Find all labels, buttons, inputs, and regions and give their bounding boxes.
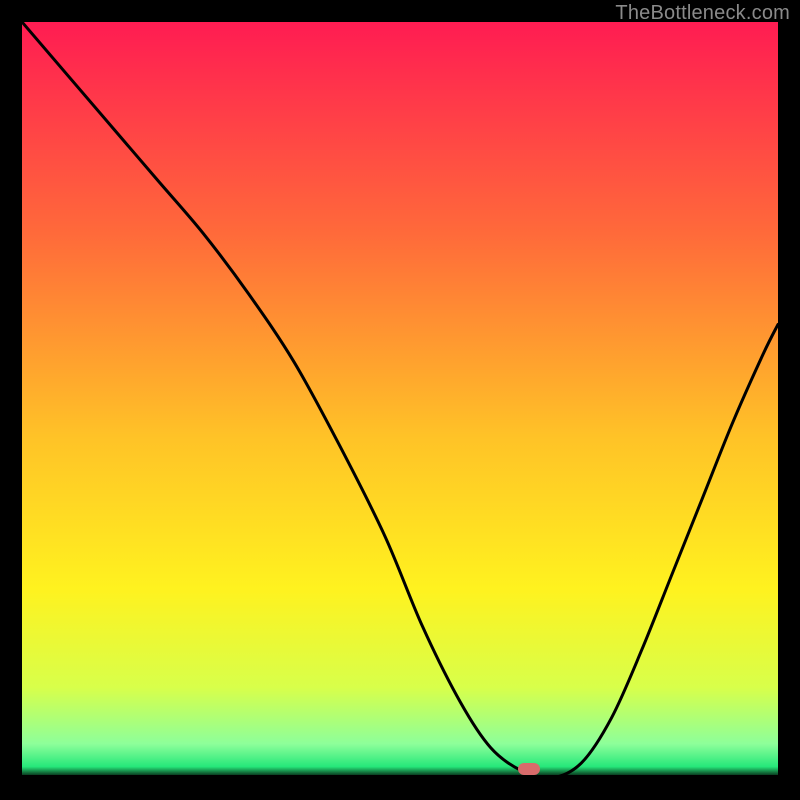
plot-area xyxy=(22,22,778,778)
chart-container: TheBottleneck.com xyxy=(0,0,800,800)
gradient-background xyxy=(22,22,778,778)
optimal-marker xyxy=(518,763,540,775)
